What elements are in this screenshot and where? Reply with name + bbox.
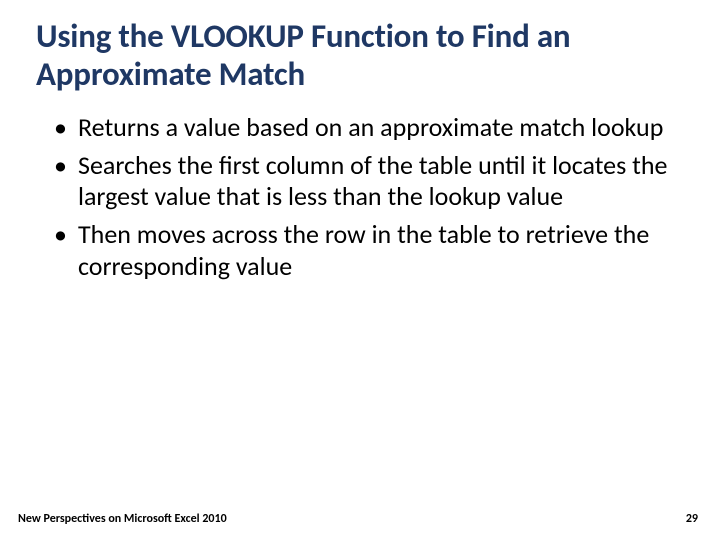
page-number: 29 [686, 512, 698, 526]
slide-footer: New Perspectives on Microsoft Excel 2010… [0, 512, 720, 526]
footer-text: New Perspectives on Microsoft Excel 2010 [18, 512, 227, 526]
bullet-item: Returns a value based on an approximate … [54, 112, 684, 144]
slide-container: Using the VLOOKUP Function to Find an Ap… [0, 0, 720, 540]
bullet-item: Searches the first column of the table u… [54, 150, 684, 213]
slide-title: Using the VLOOKUP Function to Find an Ap… [36, 18, 684, 94]
bullet-list: Returns a value based on an approximate … [36, 112, 684, 283]
bullet-item: Then moves across the row in the table t… [54, 219, 684, 282]
